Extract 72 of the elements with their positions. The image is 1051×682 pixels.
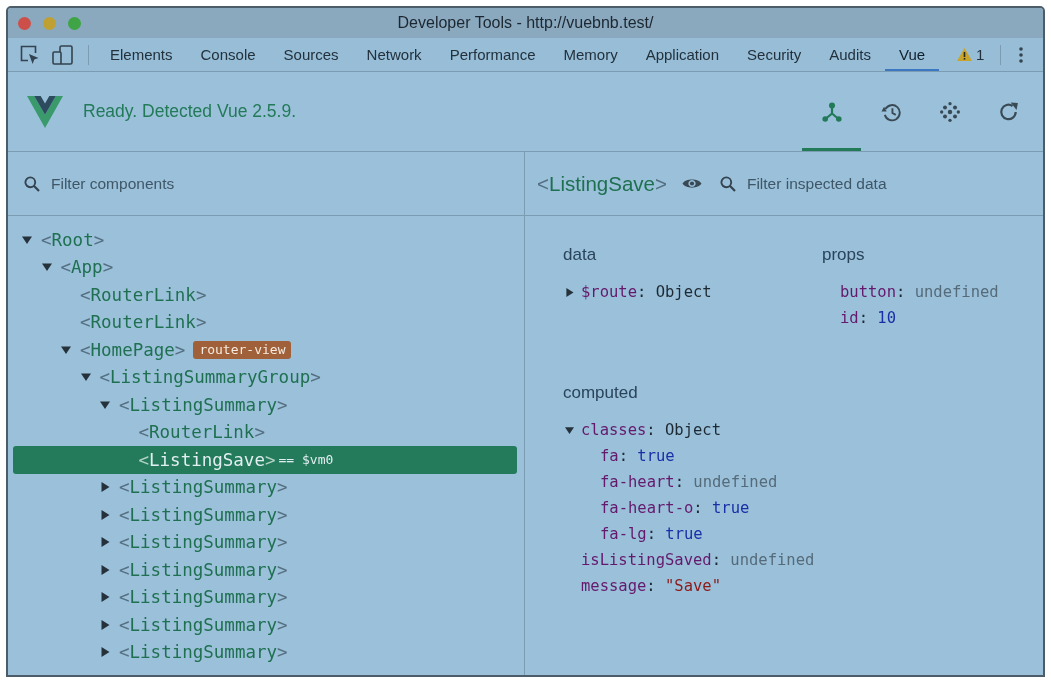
panel-tab[interactable]: Elements [96,38,187,71]
property: $route: Object [581,283,712,301]
dots-icon [939,101,960,122]
section-heading: props [822,244,865,266]
caret-icon[interactable] [100,482,110,493]
tree-item[interactable]: <ListingSummary> [100,638,292,666]
property: fa-heart: undefined [600,473,778,491]
panel-tab[interactable]: Vue [884,38,940,71]
property: id: 10 [840,309,897,327]
section-heading: computed [563,382,638,404]
tree-item[interactable]: <ListingSummary> [100,473,292,501]
tree-item[interactable]: <Root> [22,226,109,254]
tree-item[interactable]: <ListingSave> == $vm0 [13,446,517,474]
search-icon [719,175,736,192]
filter-field[interactable]: Filter components [51,170,512,197]
tree-item[interactable]: <App> [41,253,118,281]
refresh-icon [998,101,1019,122]
caret-icon[interactable] [100,592,110,603]
caret-icon[interactable] [41,262,52,273]
property: classes: Object [581,421,721,439]
tree-item[interactable]: <RouterLink> [61,281,211,309]
window-title: Developer Tools - http://vuebnb.test/ [397,14,654,32]
component-title: <ListingSave> [537,171,667,196]
panel-tab[interactable]: Network [352,38,436,71]
filter-field[interactable]: Filter inspected data [746,170,1031,197]
tree-item[interactable]: <ListingSummaryGroup> [80,363,325,391]
eye-icon[interactable] [681,177,702,190]
caret-icon[interactable] [61,344,71,355]
panel-tab[interactable]: Console [186,38,270,71]
status-text: Ready. Detected Vue 2.5.9. [83,101,297,122]
caret-icon[interactable] [100,564,110,575]
property: fa: true [600,447,675,465]
caret-icon[interactable] [100,399,110,410]
tree-item[interactable]: <ListingSummary> [100,501,292,529]
tree-item[interactable]: <RouterLink> [61,308,211,336]
caret-icon[interactable] [80,372,91,383]
caret-icon[interactable] [100,619,110,630]
logo-icon [27,95,63,128]
caret-icon[interactable] [22,234,32,245]
warnings-button[interactable]: 1 [953,42,989,67]
panel-tab[interactable]: Audits [815,38,885,71]
panel-tab[interactable]: Sources [269,38,353,71]
tree-item[interactable]: <ListingSummary> [100,583,292,611]
history-icon [880,101,901,122]
inspect-icon[interactable] [20,44,40,65]
tree-item[interactable]: <RouterLink> [119,418,269,446]
tree-item[interactable]: <ListingSummary> [100,391,292,419]
tree-item[interactable]: <ListingSummary> [100,528,292,556]
caret-icon[interactable] [565,287,574,297]
device-icon[interactable] [52,44,73,65]
panel-tab[interactable]: Application [631,38,734,71]
tree-item[interactable]: <ListingSummary> [100,611,292,639]
search-icon [24,175,40,192]
tree-item[interactable]: <ListingSummary> [100,556,292,584]
more-icon[interactable] [1019,46,1024,63]
panel-tab[interactable]: Security [733,38,816,71]
panel-tab[interactable]: Memory [549,38,632,71]
property: isListingSaved: undefined [581,551,815,569]
component-tag: router-view [193,340,292,359]
caret-icon[interactable] [100,509,110,520]
tree-item[interactable]: <HomePage> router-view [61,336,296,364]
property: message: "Save" [581,577,721,595]
property: button: undefined [840,283,999,301]
property: fa-heart-o: true [600,499,750,517]
panel-tab[interactable]: Performance [435,38,550,71]
section-heading: data [563,244,597,266]
warning-icon [957,48,973,61]
caret-icon[interactable] [100,647,110,658]
caret-icon[interactable] [100,537,110,548]
property: fa-lg: true [600,525,703,543]
caret-icon[interactable] [565,425,574,435]
hierarchy-icon [821,101,842,122]
